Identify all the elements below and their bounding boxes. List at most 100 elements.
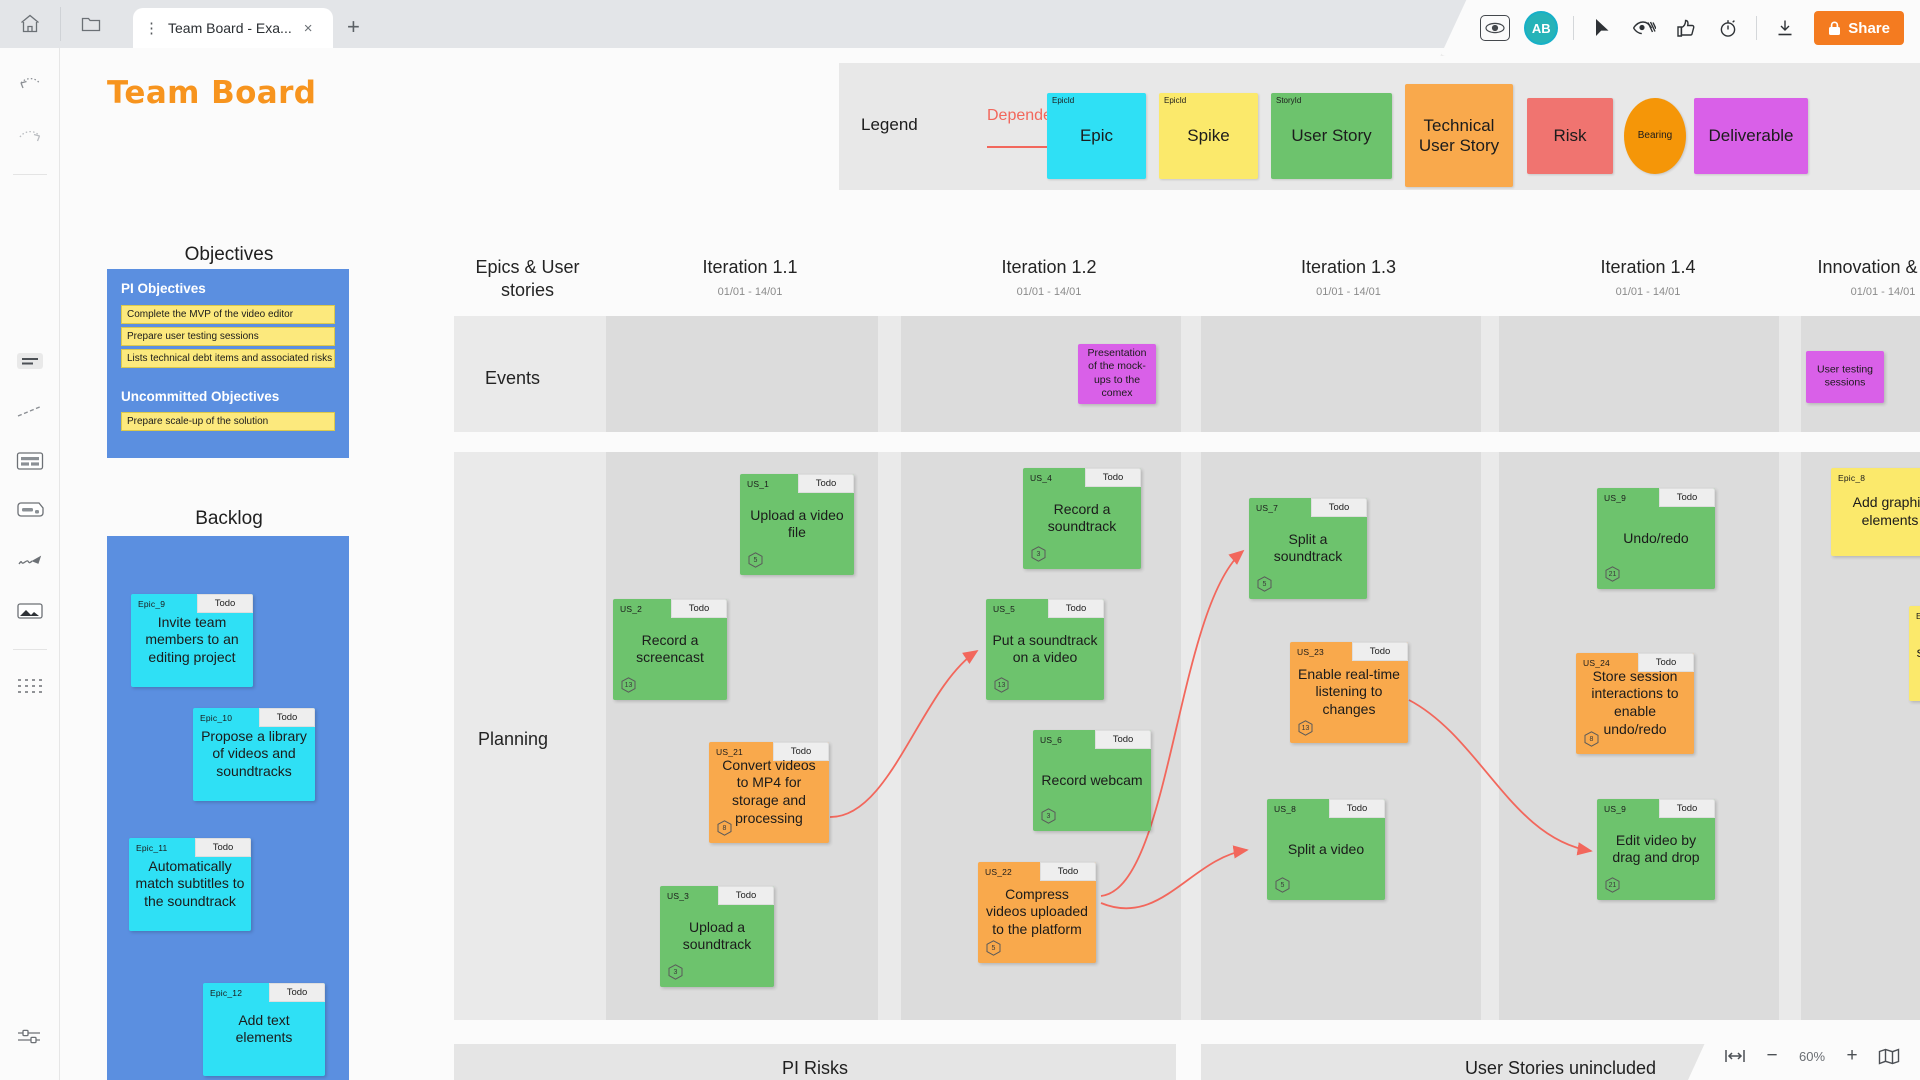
card-status[interactable]: Todo (671, 599, 727, 618)
pi-objective-item[interactable]: Complete the MVP of the video editor (121, 305, 335, 324)
folder-icon[interactable] (61, 0, 121, 48)
card-status[interactable]: Todo (269, 983, 325, 1002)
story-card[interactable]: US_23 Todo Enable real-time listening to c… (1290, 642, 1408, 743)
card-status[interactable]: Todo (1352, 642, 1408, 661)
backlog-card[interactable]: Epic_11 Todo Automatically match subtitles… (129, 838, 251, 931)
card-status[interactable]: Todo (1095, 730, 1151, 749)
planning-lane-label: Planning (478, 729, 549, 749)
legend-card-user-story[interactable]: StoryId User Story (1271, 92, 1392, 179)
legend-card-risk[interactable]: Risk (1527, 97, 1613, 174)
settings-sliders-icon[interactable] (8, 1014, 52, 1058)
redo-icon[interactable] (8, 114, 52, 158)
grid-cell (606, 316, 878, 432)
browser-tab[interactable]: ⋮ Team Board - Exa... × (133, 8, 333, 48)
story-card[interactable]: US_1 Todo Upload a video file 5 (740, 474, 854, 575)
story-points-value: 13 (997, 681, 1006, 689)
line-icon[interactable] (8, 389, 52, 433)
story-card[interactable]: US_8 Todo Split a video 5 (1267, 799, 1385, 900)
card-text: Record webcam (1041, 771, 1143, 788)
card-text: Split a soundtrack (1273, 530, 1343, 565)
card-status[interactable]: Todo (1329, 799, 1385, 818)
legend-card-spike[interactable]: EpicId Spike (1159, 92, 1258, 179)
zoom-out-button[interactable]: − (1755, 1039, 1789, 1073)
text-icon[interactable] (8, 339, 52, 383)
story-points-value: 8 (722, 824, 727, 832)
column-title: Epics & User stories (475, 257, 580, 300)
minimap-icon[interactable] (1872, 1039, 1906, 1073)
story-card[interactable]: US_4 Todo Record a soundtrack 3 (1023, 468, 1141, 569)
new-tab-button[interactable]: + (347, 14, 360, 40)
legend-card-bearing[interactable]: Bearing (1624, 97, 1686, 174)
download-icon[interactable] (1764, 7, 1806, 49)
uncommitted-objective-item[interactable]: Prepare scale-up of the solution (121, 412, 335, 431)
cursor-arrow-icon[interactable] (1581, 7, 1623, 49)
home-icon[interactable] (0, 0, 60, 48)
story-card[interactable]: US_9 Todo Undo/redo 21 (1597, 488, 1715, 589)
legend-card-epic[interactable]: EpicId Epic (1047, 92, 1146, 179)
column-title: Iteration 1.4 (1600, 257, 1696, 277)
card-status[interactable]: Todo (798, 474, 854, 493)
story-points-value: 21 (1608, 881, 1617, 889)
card-status[interactable]: Todo (259, 708, 315, 727)
card-text: Convert videos to MP4 for storage and pr… (722, 756, 816, 827)
share-label: Share (1848, 19, 1890, 37)
fit-to-screen-icon[interactable] (1718, 1039, 1752, 1073)
presentation-frame-icon[interactable] (1474, 7, 1516, 49)
close-icon[interactable]: × (304, 20, 313, 37)
story-card[interactable]: US_6 Todo Record webcam 3 (1033, 730, 1151, 831)
backlog-panel-title: Backlog (195, 508, 263, 529)
avatar[interactable]: AB (1524, 11, 1559, 45)
story-card[interactable]: US_21 Todo Convert videos to MP4 for stora… (709, 742, 829, 843)
frame-icon[interactable] (8, 439, 52, 483)
legend-card-label: Risk (1553, 125, 1587, 145)
story-card[interactable]: US_22 Todo Compress videos uploaded to the… (978, 862, 1096, 963)
stopwatch-icon[interactable] (1707, 7, 1749, 49)
undo-icon[interactable] (8, 64, 52, 108)
thumbs-up-icon[interactable] (1665, 7, 1707, 49)
card-status[interactable]: Todo (1085, 468, 1141, 487)
card-text: Upload a video file (750, 506, 844, 541)
story-card[interactable]: Epic_8 Add graphic elements (1831, 468, 1920, 556)
backlog-card[interactable]: Epic_12 Todo Add text elements (203, 983, 325, 1076)
card-status[interactable]: Todo (1659, 799, 1715, 818)
card-status[interactable]: Todo (197, 594, 253, 613)
card-status[interactable]: Todo (718, 886, 774, 905)
story-card[interactable]: US_5 Todo Put a soundtrack on a video 13 (986, 599, 1104, 700)
tab-menu-icon[interactable]: ⋮ (141, 21, 162, 36)
eye-slash-icon[interactable] (1623, 7, 1665, 49)
sticky-note-icon[interactable] (8, 489, 52, 533)
story-card[interactable]: US_9 Todo Edit video by drag and drop 21 (1597, 799, 1715, 900)
story-card[interactable]: US_24 Todo Store session interactions to e… (1576, 653, 1694, 754)
legend-card-deliverable[interactable]: Deliverable (1694, 97, 1808, 174)
backlog-card[interactable]: Epic_10 Todo Propose a library of videos a… (193, 708, 315, 801)
backlog-card[interactable]: Epic_9 Todo Invite team members to an edit… (131, 594, 253, 687)
board-canvas[interactable]: Team Board Legend Dependencies EpicId Epi… (61, 48, 1920, 1080)
card-status[interactable]: Todo (1659, 488, 1715, 507)
card-id: US_4 (1030, 473, 1053, 483)
grid-select-icon[interactable] (8, 664, 52, 708)
uncommitted-objectives-heading: Uncommitted Objectives (121, 389, 280, 404)
card-status[interactable]: Todo (195, 838, 251, 857)
column-header-innovation-pla: Innovation & Pla 01/01 - 14/01 (1798, 256, 1920, 298)
pen-icon[interactable] (8, 539, 52, 583)
story-card[interactable]: US_7 Todo Split a soundtrack 5 (1249, 498, 1367, 599)
legend-card-technical-user-story[interactable]: Technical User Story (1405, 84, 1513, 187)
card-text: Record a soundtrack (1047, 500, 1117, 535)
story-card[interactable]: US_2 Todo Record a screencast 13 (613, 599, 727, 700)
card-status[interactable]: Todo (1040, 862, 1096, 881)
card-id: US_23 (1297, 647, 1324, 657)
card-id: US_9 (1604, 493, 1627, 503)
image-icon[interactable] (8, 589, 52, 633)
card-status[interactable]: Todo (1311, 498, 1367, 517)
share-button[interactable]: Share (1814, 11, 1904, 45)
pi-objective-item[interactable]: Prepare user testing sessions (121, 327, 335, 346)
card-status[interactable]: Todo (1048, 599, 1104, 618)
card-text: Compress videos uploaded to the platform (986, 885, 1088, 938)
pi-objective-item[interactable]: Lists technical debt items and associate… (121, 349, 335, 368)
story-card[interactable]: Epic_7 Offer different size formats 4:5, … (1909, 606, 1920, 701)
pi-risks-section: PI Risks Handling click-Slow (454, 1044, 1176, 1080)
zoom-in-button[interactable]: + (1835, 1039, 1869, 1073)
event-card[interactable]: Presentation of the mock-ups to the come… (1078, 344, 1156, 404)
story-card[interactable]: US_3 Todo Upload a soundtrack 3 (660, 886, 774, 987)
event-card[interactable]: User testing sessions (1806, 351, 1884, 403)
